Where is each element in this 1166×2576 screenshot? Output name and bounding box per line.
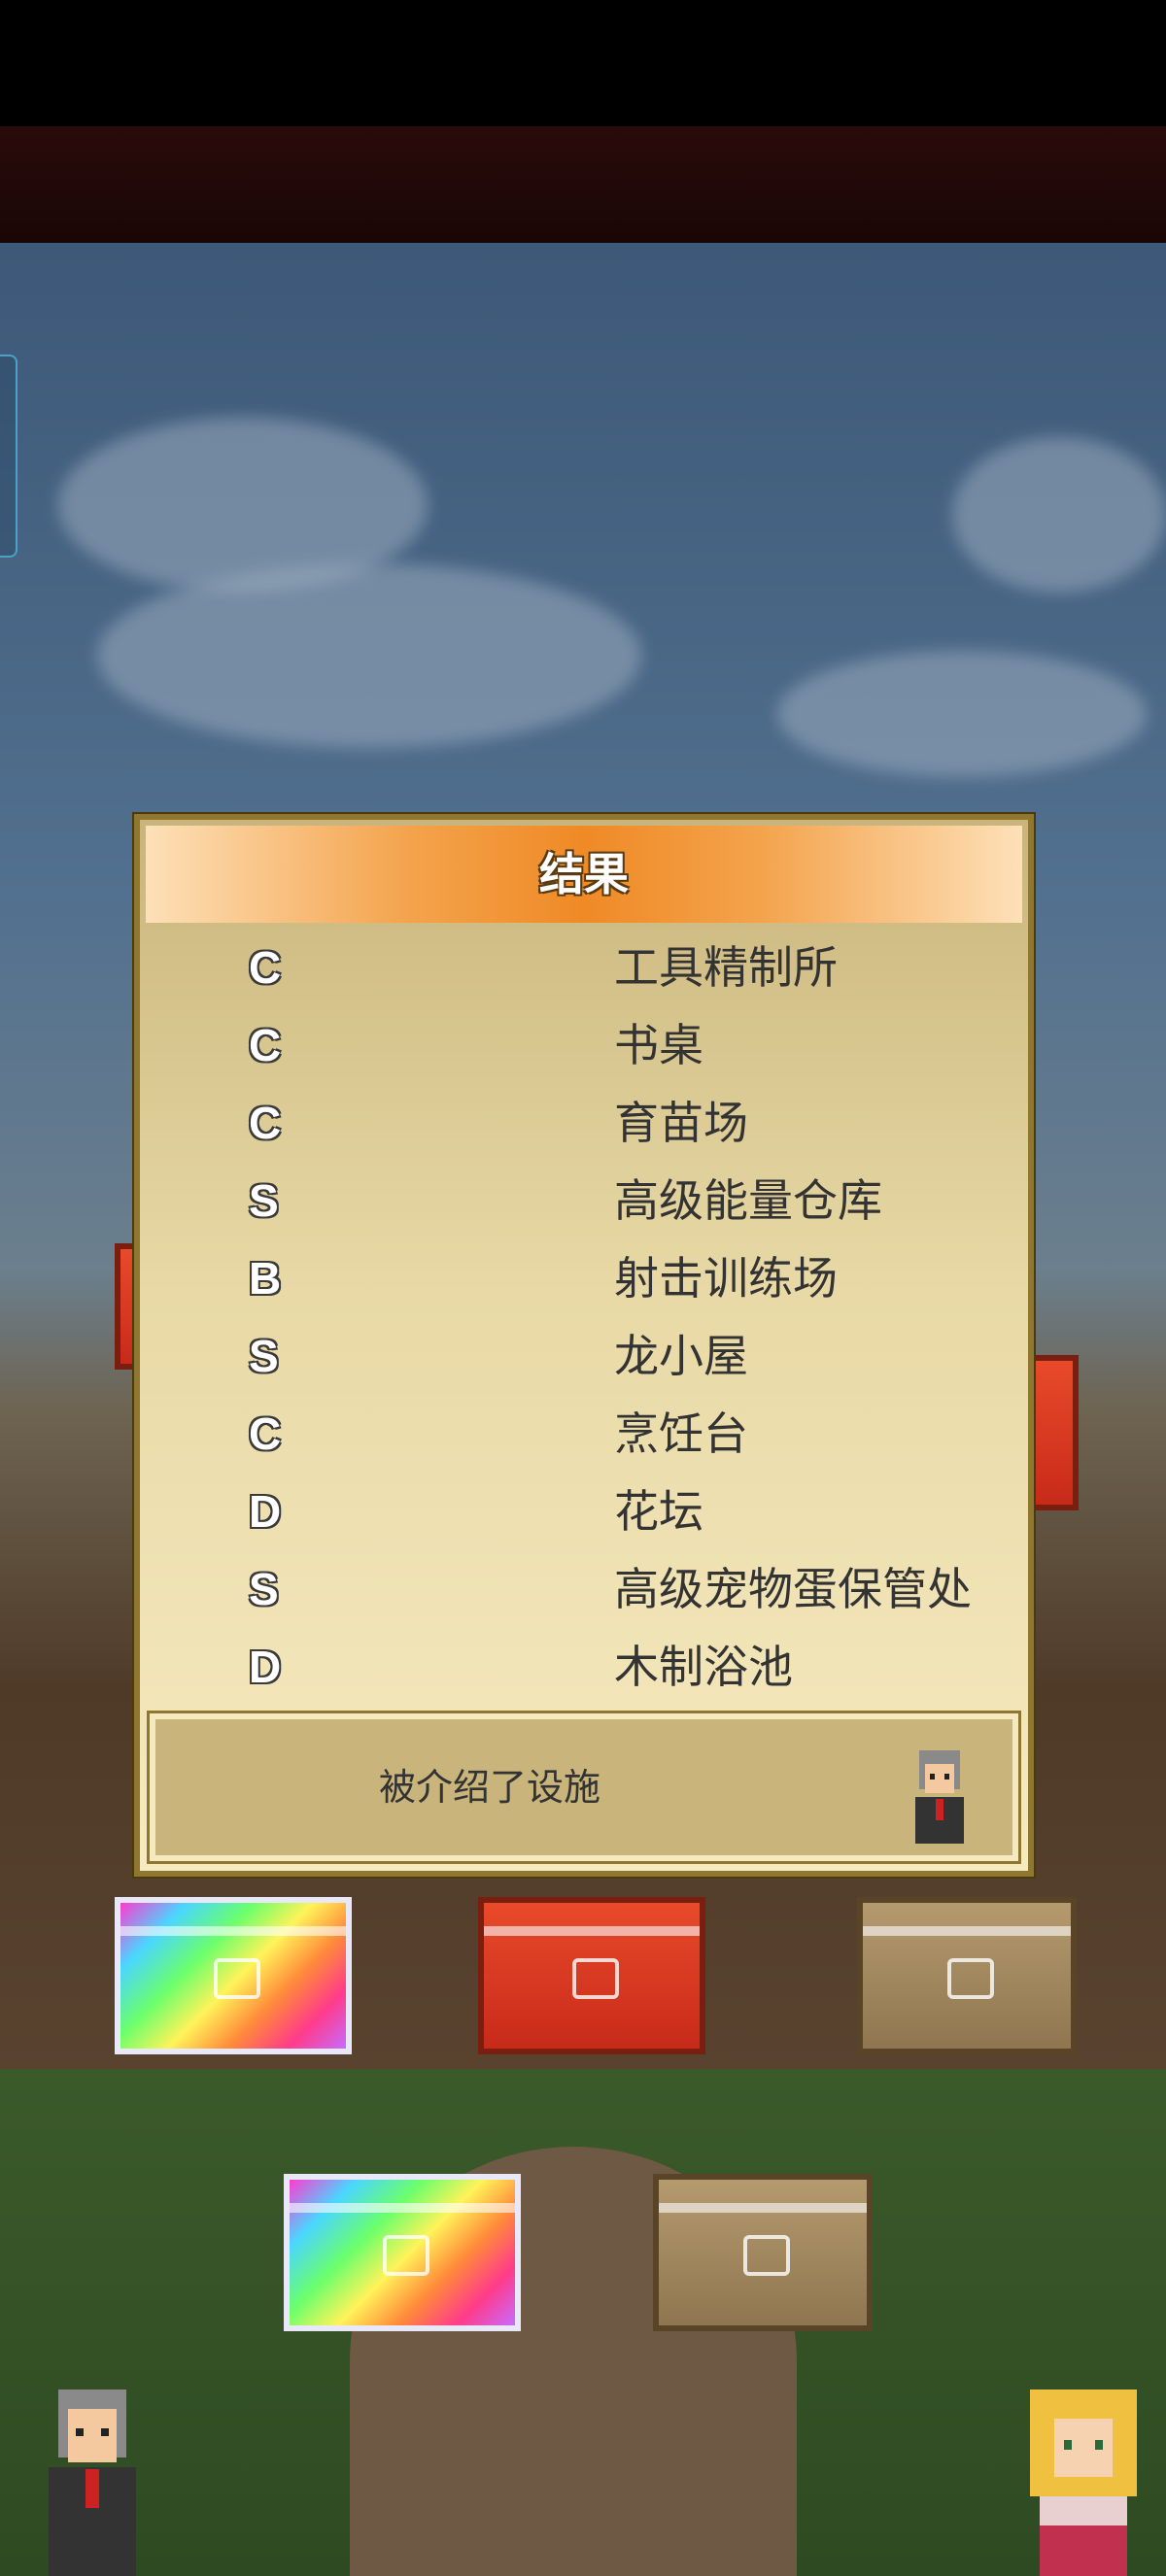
cloud (777, 651, 1147, 777)
result-row: C 育苗场 (140, 1084, 1028, 1162)
facility-name: 高级能量仓库 (614, 1174, 882, 1227)
result-row: B 射击训练场 (140, 1239, 1028, 1317)
facility-name: 射击训练场 (614, 1252, 838, 1305)
top-black-bar (0, 0, 1166, 126)
grade-label: D (249, 1642, 282, 1692)
facility-name: 花坛 (614, 1485, 703, 1538)
facility-name: 龙小屋 (614, 1330, 748, 1382)
lock-icon (214, 1958, 260, 1999)
result-row: D 木制浴池 (140, 1628, 1028, 1706)
grade-label: B (249, 1253, 282, 1304)
chest-lid (290, 2203, 515, 2213)
chest-lid (484, 1926, 700, 1936)
results-dialog: 结果 C 工具精制所 C 书桌 C 育苗场 S 高级能量仓库 B 射击训练场 S… (134, 814, 1034, 1877)
message-box[interactable]: 被介绍了设施 (147, 1711, 1021, 1864)
lock-icon (947, 1958, 994, 1999)
message-text: 被介绍了设施 (378, 1766, 600, 1809)
facility-name: 烹饪台 (614, 1407, 748, 1460)
grade-label: C (249, 1408, 282, 1459)
result-row: S 高级能量仓库 (140, 1162, 1028, 1239)
rainbow-chest[interactable] (284, 2174, 521, 2331)
grade-label: D (249, 1486, 282, 1537)
chest-lid (120, 1926, 346, 1936)
facility-name: 书桌 (614, 1019, 703, 1071)
grade-label: C (249, 1020, 282, 1070)
cloud (97, 563, 641, 748)
results-list: C 工具精制所 C 书桌 C 育苗场 S 高级能量仓库 B 射击训练场 S 龙小… (140, 929, 1028, 1706)
lock-icon (572, 1958, 619, 1999)
rainbow-chest[interactable] (115, 1897, 352, 2054)
grade-label: C (249, 1098, 282, 1148)
header-band (0, 126, 1166, 243)
wood-chest[interactable] (857, 1897, 1077, 2054)
lock-icon (743, 2235, 790, 2276)
grade-label: S (249, 1331, 279, 1381)
wood-chest[interactable] (653, 2174, 873, 2331)
result-row: C 书桌 (140, 1006, 1028, 1084)
dialog-header: 结果 (146, 826, 1022, 923)
grade-label: S (249, 1564, 279, 1614)
side-menu-tab[interactable] (0, 355, 17, 558)
girl-character[interactable] (1011, 2380, 1156, 2576)
chest-lid (863, 1926, 1071, 1936)
lock-icon (383, 2235, 429, 2276)
grade-label: C (249, 942, 282, 993)
result-row: D 花坛 (140, 1473, 1028, 1550)
result-row: C 烹饪台 (140, 1395, 1028, 1473)
facility-name: 工具精制所 (614, 941, 838, 994)
facility-name: 木制浴池 (614, 1641, 793, 1693)
facility-name: 高级宠物蛋保管处 (614, 1563, 972, 1615)
red-chest[interactable] (478, 1897, 705, 2054)
grade-label: S (249, 1175, 279, 1226)
result-row: S 高级宠物蛋保管处 (140, 1550, 1028, 1628)
facility-name: 育苗场 (614, 1097, 748, 1149)
cloud (952, 437, 1166, 593)
result-row: C 工具精制所 (140, 929, 1028, 1006)
butler-character[interactable] (29, 2380, 155, 2576)
butler-avatar-icon (915, 1750, 964, 1844)
chest-lid (659, 2203, 867, 2213)
dialog-title: 结果 (539, 848, 629, 900)
result-row: S 龙小屋 (140, 1317, 1028, 1395)
